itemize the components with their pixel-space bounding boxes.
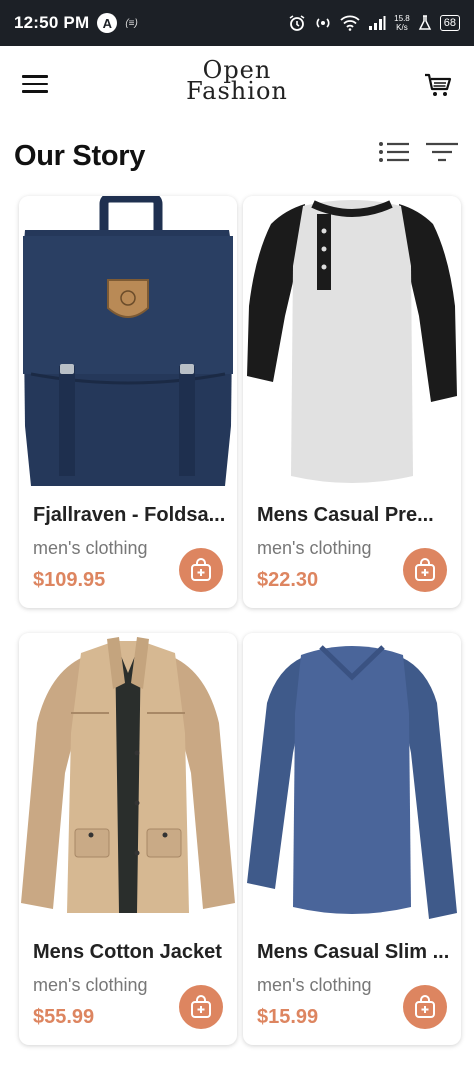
flask-icon — [418, 15, 431, 30]
status-bar: 12:50 PM A (≡) 15.8 K/s 68 — [0, 0, 474, 46]
product-image-backpack — [19, 196, 237, 488]
product-price: $109.95 — [33, 569, 106, 591]
product-name: Fjallraven - Foldsa... — [33, 504, 226, 526]
product-card[interactable]: Fjallraven - Foldsa... men's clothing $1… — [19, 196, 237, 608]
product-category: men's clothing — [257, 538, 372, 558]
alarm-icon — [289, 15, 305, 31]
logo-line-2: Fashion — [186, 77, 288, 105]
brand-logo: Open Fashion — [185, 58, 289, 105]
product-image-henley — [243, 196, 461, 488]
status-time: 12:50 PM — [14, 13, 90, 32]
shopping-bag-plus-icon — [415, 558, 435, 581]
signal-icon — [369, 16, 386, 30]
product-price: $15.99 — [257, 1006, 319, 1028]
product-category: men's clothing — [33, 538, 148, 558]
product-name: Mens Casual Pre... — [257, 504, 434, 526]
filter-icon[interactable] — [424, 140, 460, 166]
wifi-icon — [340, 15, 360, 31]
app-badge-icon: A — [97, 13, 118, 33]
hotspot-icon — [316, 18, 330, 28]
shopping-cart-icon[interactable] — [424, 72, 452, 98]
product-name: Mens Cotton Jacket — [33, 941, 222, 963]
product-image-longsleeve — [243, 633, 461, 925]
page-title: Our Story — [14, 140, 146, 172]
product-card[interactable]: Mens Casual Slim ... men's clothing $15.… — [243, 633, 461, 1045]
list-view-icon[interactable] — [378, 140, 410, 166]
network-speed: 15.8 K/s — [394, 14, 410, 32]
battery-icon: 68 — [439, 15, 460, 31]
add-to-bag-button[interactable] — [403, 548, 447, 592]
shopping-bag-plus-icon — [191, 995, 211, 1018]
product-image-jacket — [19, 633, 237, 925]
shopping-bag-plus-icon — [191, 558, 211, 581]
product-category: men's clothing — [257, 975, 372, 995]
status-tiny-text: (≡) — [125, 17, 138, 29]
product-category: men's clothing — [33, 975, 148, 995]
add-to-bag-button[interactable] — [403, 985, 447, 1029]
add-to-bag-button[interactable] — [179, 548, 223, 592]
product-card[interactable]: Mens Cotton Jacket men's clothing $55.99 — [19, 633, 237, 1045]
hamburger-menu-icon[interactable] — [22, 75, 48, 93]
shopping-bag-plus-icon — [415, 995, 435, 1018]
app-header: Open Fashion — [0, 46, 474, 124]
product-price: $22.30 — [257, 569, 319, 591]
product-price: $55.99 — [33, 1006, 95, 1028]
add-to-bag-button[interactable] — [179, 985, 223, 1029]
product-name: Mens Casual Slim ... — [257, 941, 450, 963]
product-card[interactable]: Mens Casual Pre... men's clothing $22.30 — [243, 196, 461, 608]
